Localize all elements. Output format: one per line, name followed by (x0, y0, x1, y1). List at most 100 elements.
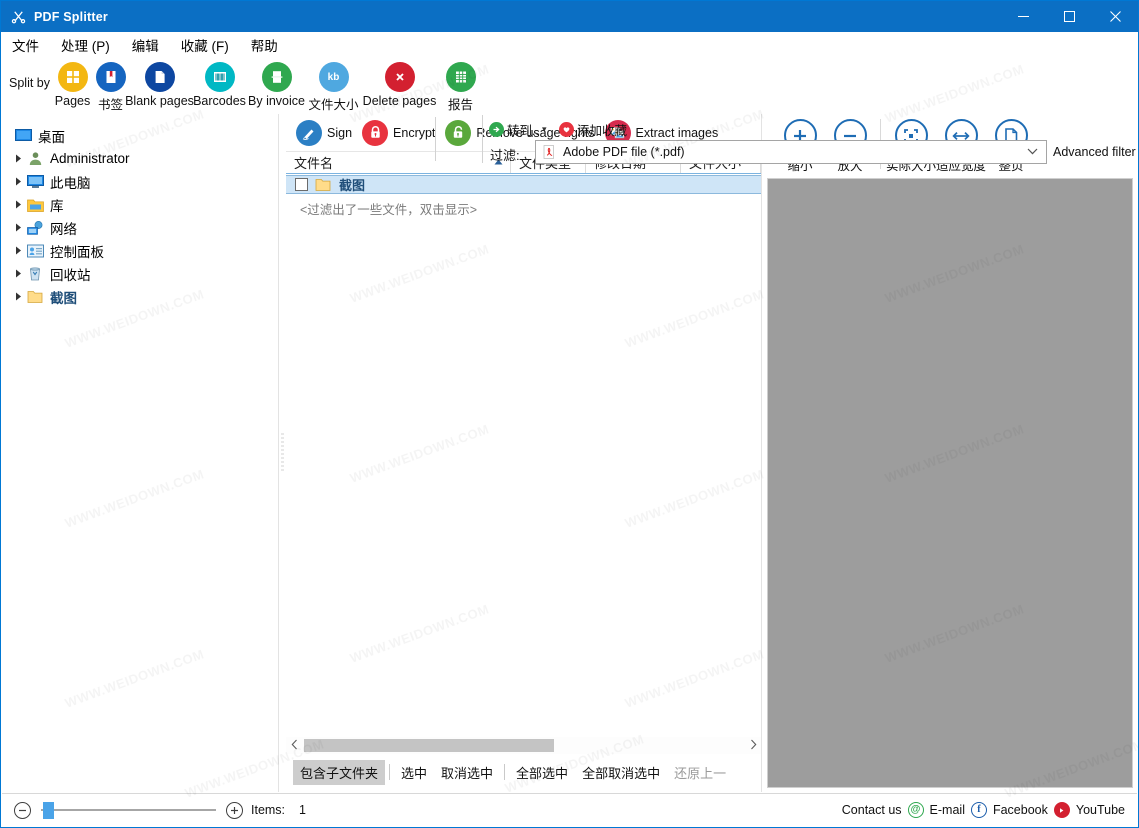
menu-edit[interactable]: 编辑 (121, 32, 170, 58)
zoom-slider[interactable] (41, 801, 216, 819)
email-link[interactable]: E-mail (930, 803, 965, 817)
expand-arrow-icon[interactable] (10, 246, 26, 255)
menu-favorite[interactable]: 收藏 (F) (170, 32, 240, 58)
youtube-link[interactable]: YouTube (1076, 803, 1125, 817)
filter-label: 过滤: (490, 148, 520, 163)
goto-label: 转到.. (507, 124, 539, 138)
tree-item-control-panel[interactable]: 控制面板 (2, 239, 278, 262)
select-button[interactable]: 选中 (394, 760, 434, 785)
row-checkbox[interactable] (295, 178, 308, 191)
goto-button[interactable]: 转到.. ▾ (489, 120, 546, 139)
minus-circle-icon[interactable] (14, 801, 31, 819)
split-by-label: Split by (9, 76, 50, 90)
toolbar-label-file-size: 文件大小 (308, 98, 359, 112)
toolbar-button-by-invoice[interactable]: By invoice (248, 62, 305, 108)
tree-item-administrator[interactable]: Administrator (2, 147, 278, 170)
desktop-icon (14, 128, 32, 144)
folder-tree: 桌面 Administrator 此电脑 库 网络 控制面板 回收站 截图 (2, 114, 278, 308)
minimize-button[interactable] (1000, 1, 1046, 32)
toolbar-label-report: 报告 (448, 98, 474, 112)
table-row[interactable]: 截图 (286, 175, 761, 194)
toolbar-button-file-size[interactable]: kb 文件大小 (309, 62, 359, 113)
file-list-hscrollbar[interactable] (286, 737, 761, 754)
add-favorite-button[interactable]: 添加收藏 (559, 120, 627, 139)
items-label: Items: (251, 803, 286, 817)
tree-label-network: 网络 (50, 221, 77, 237)
expand-arrow-icon[interactable] (10, 223, 26, 232)
deselect-all-button[interactable]: 全部取消选中 (575, 760, 667, 785)
facebook-link[interactable]: Facebook (993, 803, 1048, 817)
tree-item-library[interactable]: 库 (2, 193, 278, 216)
menu-help[interactable]: 帮助 (240, 32, 289, 58)
chevron-left-icon[interactable] (286, 739, 302, 753)
menu-process[interactable]: 处理 (P) (50, 32, 121, 58)
filtered-files-note[interactable]: <过滤出了一些文件，双击显示> (286, 194, 761, 218)
bookmark-icon (95, 62, 126, 92)
toolbar-label-bookmarks: 书签 (98, 98, 124, 112)
deselect-button[interactable]: 取消选中 (434, 760, 500, 785)
slider-thumb[interactable] (43, 801, 54, 819)
scissors-icon (10, 9, 26, 25)
window-title: PDF Splitter (34, 9, 108, 24)
extract-images-label: Extract images (635, 125, 719, 140)
hscrollbar-thumb[interactable] (304, 739, 554, 752)
panel-splitter[interactable] (279, 114, 286, 792)
toolbar-label-pages: Pages (54, 94, 91, 108)
tree-item-this-pc[interactable]: 此电脑 (2, 170, 278, 193)
expand-arrow-icon[interactable] (10, 269, 26, 278)
tree-item-desktop[interactable]: 桌面 (2, 124, 278, 147)
titlebar: PDF Splitter (1, 1, 1138, 32)
encrypt-button[interactable]: Encrypt (362, 119, 441, 146)
tree-label-this-pc: 此电脑 (50, 175, 91, 191)
chevron-down-icon[interactable] (1027, 146, 1038, 158)
green-arrow-icon (489, 122, 504, 137)
filter-value: Adobe PDF file (*.pdf) (563, 145, 685, 159)
user-icon (26, 151, 44, 167)
encrypt-label: Encrypt (393, 125, 436, 140)
delete-page-icon (384, 62, 415, 92)
pdf-preview-area[interactable] (767, 178, 1133, 788)
toolbar-button-bookmarks[interactable]: 书签 (95, 62, 126, 113)
preview-panel: 缩小 放大 实际大小 适应宽度 整页 (763, 114, 1137, 792)
expand-arrow-icon[interactable] (10, 177, 26, 186)
toolbar-button-pages[interactable]: Pages (55, 62, 90, 108)
tree-item-recycle-bin[interactable]: 回收站 (2, 262, 278, 285)
menu-file[interactable]: 文件 (1, 32, 50, 58)
splitter-grip (281, 433, 284, 473)
column-header-filename[interactable]: 文件名 (286, 152, 511, 173)
window-controls (1000, 1, 1138, 32)
toolbar-label-by-invoice: By invoice (248, 94, 305, 108)
pdf-file-icon (542, 145, 557, 160)
restore-previous-button: 还原上一 (674, 765, 727, 781)
contact-us-label: Contact us (841, 803, 902, 817)
chevron-down-icon: ▾ (541, 124, 547, 134)
include-subfolders-button[interactable]: 包含子文件夹 (293, 759, 386, 785)
toolbar-label-blank-pages: Blank pages (125, 94, 194, 108)
advanced-filter-link[interactable]: Advanced filter (1053, 145, 1136, 159)
select-all-button[interactable]: 全部选中 (509, 760, 575, 785)
filter-combobox[interactable]: Adobe PDF file (*.pdf) (535, 140, 1047, 164)
tree-item-screenshots[interactable]: 截图 (2, 285, 278, 308)
main-toolbar: Split by Pages 书签 Blank pages Barcodes B… (1, 57, 1138, 164)
maximize-button[interactable] (1046, 1, 1092, 32)
slider-track (41, 809, 216, 811)
toolbar-button-report[interactable]: 报告 (445, 62, 476, 113)
toolbar-button-barcodes[interactable]: Barcodes (193, 62, 246, 108)
barcode-icon (204, 62, 235, 92)
sign-button[interactable]: Sign (296, 119, 358, 146)
expand-arrow-icon[interactable] (10, 154, 26, 163)
toolbar-button-blank-pages[interactable]: Blank pages (125, 62, 194, 108)
divider (389, 764, 391, 780)
expand-arrow-icon[interactable] (10, 200, 26, 209)
tree-item-network[interactable]: 网络 (2, 216, 278, 239)
hscrollbar-track[interactable] (302, 738, 745, 753)
tree-label-screenshots: 截图 (50, 290, 77, 306)
network-icon (26, 220, 44, 236)
tree-label-library: 库 (50, 198, 64, 214)
plus-circle-icon[interactable] (226, 801, 243, 819)
file-list-rows: 截图 <过滤出了一些文件，双击显示> (286, 175, 761, 734)
close-button[interactable] (1092, 1, 1138, 32)
chevron-right-icon[interactable] (745, 739, 761, 753)
expand-arrow-icon[interactable] (10, 292, 26, 301)
toolbar-button-delete-pages[interactable]: Delete pages (363, 62, 436, 108)
